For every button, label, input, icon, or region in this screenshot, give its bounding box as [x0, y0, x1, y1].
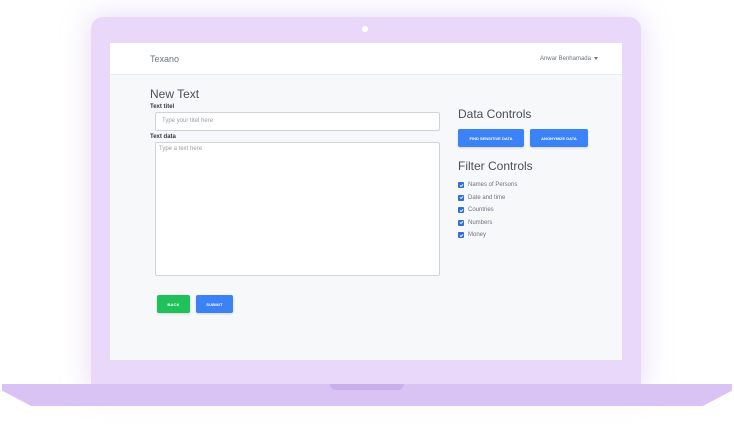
- filter-item-persons[interactable]: Names of Persons: [458, 179, 618, 192]
- checkbox-checked-icon[interactable]: [458, 182, 464, 189]
- filter-label: Numbers: [468, 219, 493, 226]
- text-title-input[interactable]: Type your titel here: [155, 112, 440, 131]
- navbar: Texano Anwar Benhamada: [110, 43, 622, 75]
- data-controls-buttons: FIND SENSITIVE DATA ANONYMIZE DATA: [458, 129, 618, 147]
- checkbox-checked-icon[interactable]: [458, 232, 464, 239]
- brand-link[interactable]: Texano: [150, 54, 179, 64]
- controls-panel: Data Controls FIND SENSITIVE DATA ANONYM…: [458, 107, 618, 242]
- app-screen: Texano Anwar Benhamada New Text Text tit…: [110, 43, 622, 360]
- camera-icon: [362, 26, 368, 32]
- anonymize-data-button[interactable]: ANONYMIZE DATA: [530, 129, 588, 147]
- user-menu[interactable]: Anwar Benhamada: [540, 56, 598, 62]
- filter-controls: Filter Controls Names of Persons Date an…: [458, 159, 618, 242]
- filter-label: Date and time: [468, 194, 506, 201]
- text-data-label: Text data: [150, 134, 176, 140]
- form-actions: BACK SUBMIT: [157, 295, 233, 313]
- user-name: Anwar Benhamada: [539, 55, 591, 62]
- page-title: New Text: [150, 87, 200, 101]
- text-title-label: Text titel: [150, 104, 175, 110]
- checkbox-checked-icon[interactable]: [458, 194, 464, 201]
- submit-button[interactable]: SUBMIT: [196, 295, 233, 313]
- find-sensitive-data-button[interactable]: FIND SENSITIVE DATA: [458, 129, 524, 147]
- caret-down-icon: [594, 57, 598, 60]
- filter-list: Names of Persons Date and time Countries…: [458, 179, 618, 242]
- filter-controls-title: Filter Controls: [458, 159, 533, 173]
- filter-item-countries[interactable]: Countries: [458, 204, 618, 217]
- text-form: New Text Text titel Type your titel here…: [150, 87, 440, 276]
- checkbox-checked-icon[interactable]: [458, 207, 464, 214]
- filter-label: Countries: [468, 207, 494, 214]
- filter-item-date-time[interactable]: Date and time: [458, 192, 618, 205]
- checkbox-checked-icon[interactable]: [458, 219, 464, 226]
- laptop-notch: [330, 384, 404, 390]
- filter-label: Money: [468, 232, 487, 239]
- data-controls-title: Data Controls: [458, 107, 532, 121]
- text-data-textarea[interactable]: Type a text here: [155, 142, 440, 276]
- filter-label: Names of Persons: [468, 182, 518, 189]
- back-button[interactable]: BACK: [157, 295, 190, 313]
- filter-item-numbers[interactable]: Numbers: [458, 217, 618, 230]
- filter-item-money[interactable]: Money: [458, 229, 618, 242]
